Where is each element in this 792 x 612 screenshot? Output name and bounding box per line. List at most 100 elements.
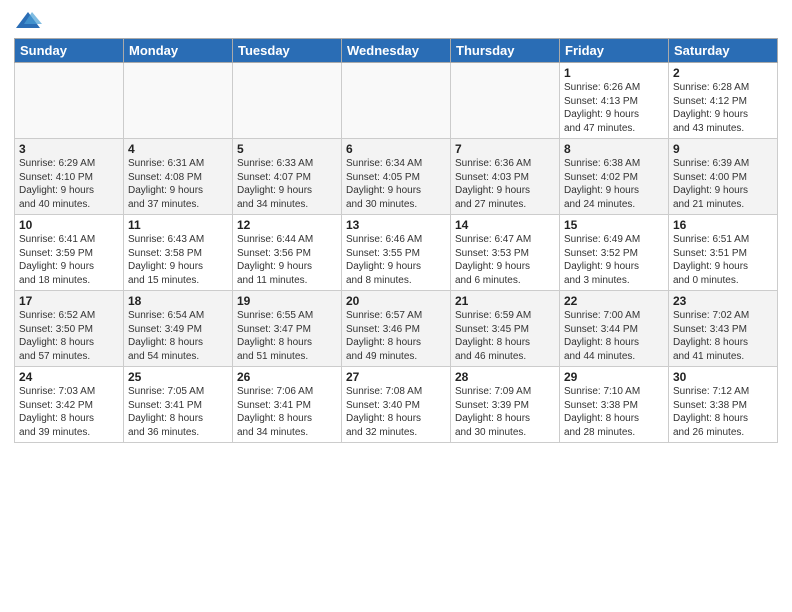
day-info: Sunrise: 7:08 AM Sunset: 3:40 PM Dayligh… — [346, 385, 446, 439]
day-cell — [124, 63, 233, 139]
day-cell: 1Sunrise: 6:26 AM Sunset: 4:13 PM Daylig… — [560, 63, 669, 139]
day-cell: 15Sunrise: 6:49 AM Sunset: 3:52 PM Dayli… — [560, 215, 669, 291]
day-info: Sunrise: 6:59 AM Sunset: 3:45 PM Dayligh… — [455, 309, 555, 363]
day-cell: 17Sunrise: 6:52 AM Sunset: 3:50 PM Dayli… — [15, 291, 124, 367]
day-cell: 2Sunrise: 6:28 AM Sunset: 4:12 PM Daylig… — [669, 63, 778, 139]
day-number: 1 — [564, 66, 664, 80]
day-number: 7 — [455, 142, 555, 156]
day-number: 4 — [128, 142, 228, 156]
week-row-1: 3Sunrise: 6:29 AM Sunset: 4:10 PM Daylig… — [15, 139, 778, 215]
day-info: Sunrise: 6:28 AM Sunset: 4:12 PM Dayligh… — [673, 81, 773, 135]
week-row-4: 24Sunrise: 7:03 AM Sunset: 3:42 PM Dayli… — [15, 367, 778, 443]
day-cell: 16Sunrise: 6:51 AM Sunset: 3:51 PM Dayli… — [669, 215, 778, 291]
week-row-0: 1Sunrise: 6:26 AM Sunset: 4:13 PM Daylig… — [15, 63, 778, 139]
day-info: Sunrise: 6:44 AM Sunset: 3:56 PM Dayligh… — [237, 233, 337, 287]
logo-icon — [14, 10, 42, 32]
header-monday: Monday — [124, 39, 233, 63]
day-number: 11 — [128, 218, 228, 232]
day-cell — [451, 63, 560, 139]
day-number: 22 — [564, 294, 664, 308]
day-number: 6 — [346, 142, 446, 156]
day-number: 23 — [673, 294, 773, 308]
header-thursday: Thursday — [451, 39, 560, 63]
day-number: 29 — [564, 370, 664, 384]
day-cell: 29Sunrise: 7:10 AM Sunset: 3:38 PM Dayli… — [560, 367, 669, 443]
day-info: Sunrise: 6:31 AM Sunset: 4:08 PM Dayligh… — [128, 157, 228, 211]
day-info: Sunrise: 7:12 AM Sunset: 3:38 PM Dayligh… — [673, 385, 773, 439]
day-info: Sunrise: 6:29 AM Sunset: 4:10 PM Dayligh… — [19, 157, 119, 211]
day-cell: 6Sunrise: 6:34 AM Sunset: 4:05 PM Daylig… — [342, 139, 451, 215]
day-info: Sunrise: 6:52 AM Sunset: 3:50 PM Dayligh… — [19, 309, 119, 363]
day-number: 27 — [346, 370, 446, 384]
day-info: Sunrise: 7:10 AM Sunset: 3:38 PM Dayligh… — [564, 385, 664, 439]
day-info: Sunrise: 6:49 AM Sunset: 3:52 PM Dayligh… — [564, 233, 664, 287]
day-info: Sunrise: 6:34 AM Sunset: 4:05 PM Dayligh… — [346, 157, 446, 211]
header-sunday: Sunday — [15, 39, 124, 63]
day-info: Sunrise: 6:43 AM Sunset: 3:58 PM Dayligh… — [128, 233, 228, 287]
day-number: 9 — [673, 142, 773, 156]
day-cell: 13Sunrise: 6:46 AM Sunset: 3:55 PM Dayli… — [342, 215, 451, 291]
logo — [14, 10, 46, 32]
day-cell: 22Sunrise: 7:00 AM Sunset: 3:44 PM Dayli… — [560, 291, 669, 367]
day-cell: 3Sunrise: 6:29 AM Sunset: 4:10 PM Daylig… — [15, 139, 124, 215]
header — [14, 10, 778, 32]
day-info: Sunrise: 7:05 AM Sunset: 3:41 PM Dayligh… — [128, 385, 228, 439]
day-cell: 4Sunrise: 6:31 AM Sunset: 4:08 PM Daylig… — [124, 139, 233, 215]
day-cell: 20Sunrise: 6:57 AM Sunset: 3:46 PM Dayli… — [342, 291, 451, 367]
day-cell: 25Sunrise: 7:05 AM Sunset: 3:41 PM Dayli… — [124, 367, 233, 443]
day-number: 17 — [19, 294, 119, 308]
header-tuesday: Tuesday — [233, 39, 342, 63]
day-number: 15 — [564, 218, 664, 232]
calendar: SundayMondayTuesdayWednesdayThursdayFrid… — [14, 38, 778, 443]
day-info: Sunrise: 6:33 AM Sunset: 4:07 PM Dayligh… — [237, 157, 337, 211]
day-cell: 27Sunrise: 7:08 AM Sunset: 3:40 PM Dayli… — [342, 367, 451, 443]
day-info: Sunrise: 6:57 AM Sunset: 3:46 PM Dayligh… — [346, 309, 446, 363]
day-info: Sunrise: 6:36 AM Sunset: 4:03 PM Dayligh… — [455, 157, 555, 211]
day-cell: 18Sunrise: 6:54 AM Sunset: 3:49 PM Dayli… — [124, 291, 233, 367]
day-number: 26 — [237, 370, 337, 384]
day-info: Sunrise: 7:09 AM Sunset: 3:39 PM Dayligh… — [455, 385, 555, 439]
day-number: 2 — [673, 66, 773, 80]
day-cell: 7Sunrise: 6:36 AM Sunset: 4:03 PM Daylig… — [451, 139, 560, 215]
day-cell: 10Sunrise: 6:41 AM Sunset: 3:59 PM Dayli… — [15, 215, 124, 291]
day-cell: 19Sunrise: 6:55 AM Sunset: 3:47 PM Dayli… — [233, 291, 342, 367]
day-cell: 30Sunrise: 7:12 AM Sunset: 3:38 PM Dayli… — [669, 367, 778, 443]
day-info: Sunrise: 6:38 AM Sunset: 4:02 PM Dayligh… — [564, 157, 664, 211]
day-cell: 21Sunrise: 6:59 AM Sunset: 3:45 PM Dayli… — [451, 291, 560, 367]
day-cell: 28Sunrise: 7:09 AM Sunset: 3:39 PM Dayli… — [451, 367, 560, 443]
day-info: Sunrise: 6:55 AM Sunset: 3:47 PM Dayligh… — [237, 309, 337, 363]
day-number: 25 — [128, 370, 228, 384]
day-cell: 8Sunrise: 6:38 AM Sunset: 4:02 PM Daylig… — [560, 139, 669, 215]
day-info: Sunrise: 6:26 AM Sunset: 4:13 PM Dayligh… — [564, 81, 664, 135]
header-saturday: Saturday — [669, 39, 778, 63]
day-cell: 26Sunrise: 7:06 AM Sunset: 3:41 PM Dayli… — [233, 367, 342, 443]
day-info: Sunrise: 6:39 AM Sunset: 4:00 PM Dayligh… — [673, 157, 773, 211]
day-number: 18 — [128, 294, 228, 308]
day-cell — [233, 63, 342, 139]
day-cell: 11Sunrise: 6:43 AM Sunset: 3:58 PM Dayli… — [124, 215, 233, 291]
day-number: 3 — [19, 142, 119, 156]
day-number: 10 — [19, 218, 119, 232]
day-number: 12 — [237, 218, 337, 232]
header-friday: Friday — [560, 39, 669, 63]
day-info: Sunrise: 6:46 AM Sunset: 3:55 PM Dayligh… — [346, 233, 446, 287]
day-cell: 12Sunrise: 6:44 AM Sunset: 3:56 PM Dayli… — [233, 215, 342, 291]
day-info: Sunrise: 7:06 AM Sunset: 3:41 PM Dayligh… — [237, 385, 337, 439]
page: SundayMondayTuesdayWednesdayThursdayFrid… — [0, 0, 792, 612]
day-cell: 24Sunrise: 7:03 AM Sunset: 3:42 PM Dayli… — [15, 367, 124, 443]
day-number: 30 — [673, 370, 773, 384]
day-number: 20 — [346, 294, 446, 308]
day-number: 24 — [19, 370, 119, 384]
day-number: 8 — [564, 142, 664, 156]
day-number: 13 — [346, 218, 446, 232]
day-info: Sunrise: 6:51 AM Sunset: 3:51 PM Dayligh… — [673, 233, 773, 287]
day-cell — [342, 63, 451, 139]
day-info: Sunrise: 7:00 AM Sunset: 3:44 PM Dayligh… — [564, 309, 664, 363]
day-cell: 23Sunrise: 7:02 AM Sunset: 3:43 PM Dayli… — [669, 291, 778, 367]
day-number: 28 — [455, 370, 555, 384]
day-info: Sunrise: 6:47 AM Sunset: 3:53 PM Dayligh… — [455, 233, 555, 287]
week-row-2: 10Sunrise: 6:41 AM Sunset: 3:59 PM Dayli… — [15, 215, 778, 291]
day-cell: 5Sunrise: 6:33 AM Sunset: 4:07 PM Daylig… — [233, 139, 342, 215]
day-number: 21 — [455, 294, 555, 308]
day-cell: 14Sunrise: 6:47 AM Sunset: 3:53 PM Dayli… — [451, 215, 560, 291]
